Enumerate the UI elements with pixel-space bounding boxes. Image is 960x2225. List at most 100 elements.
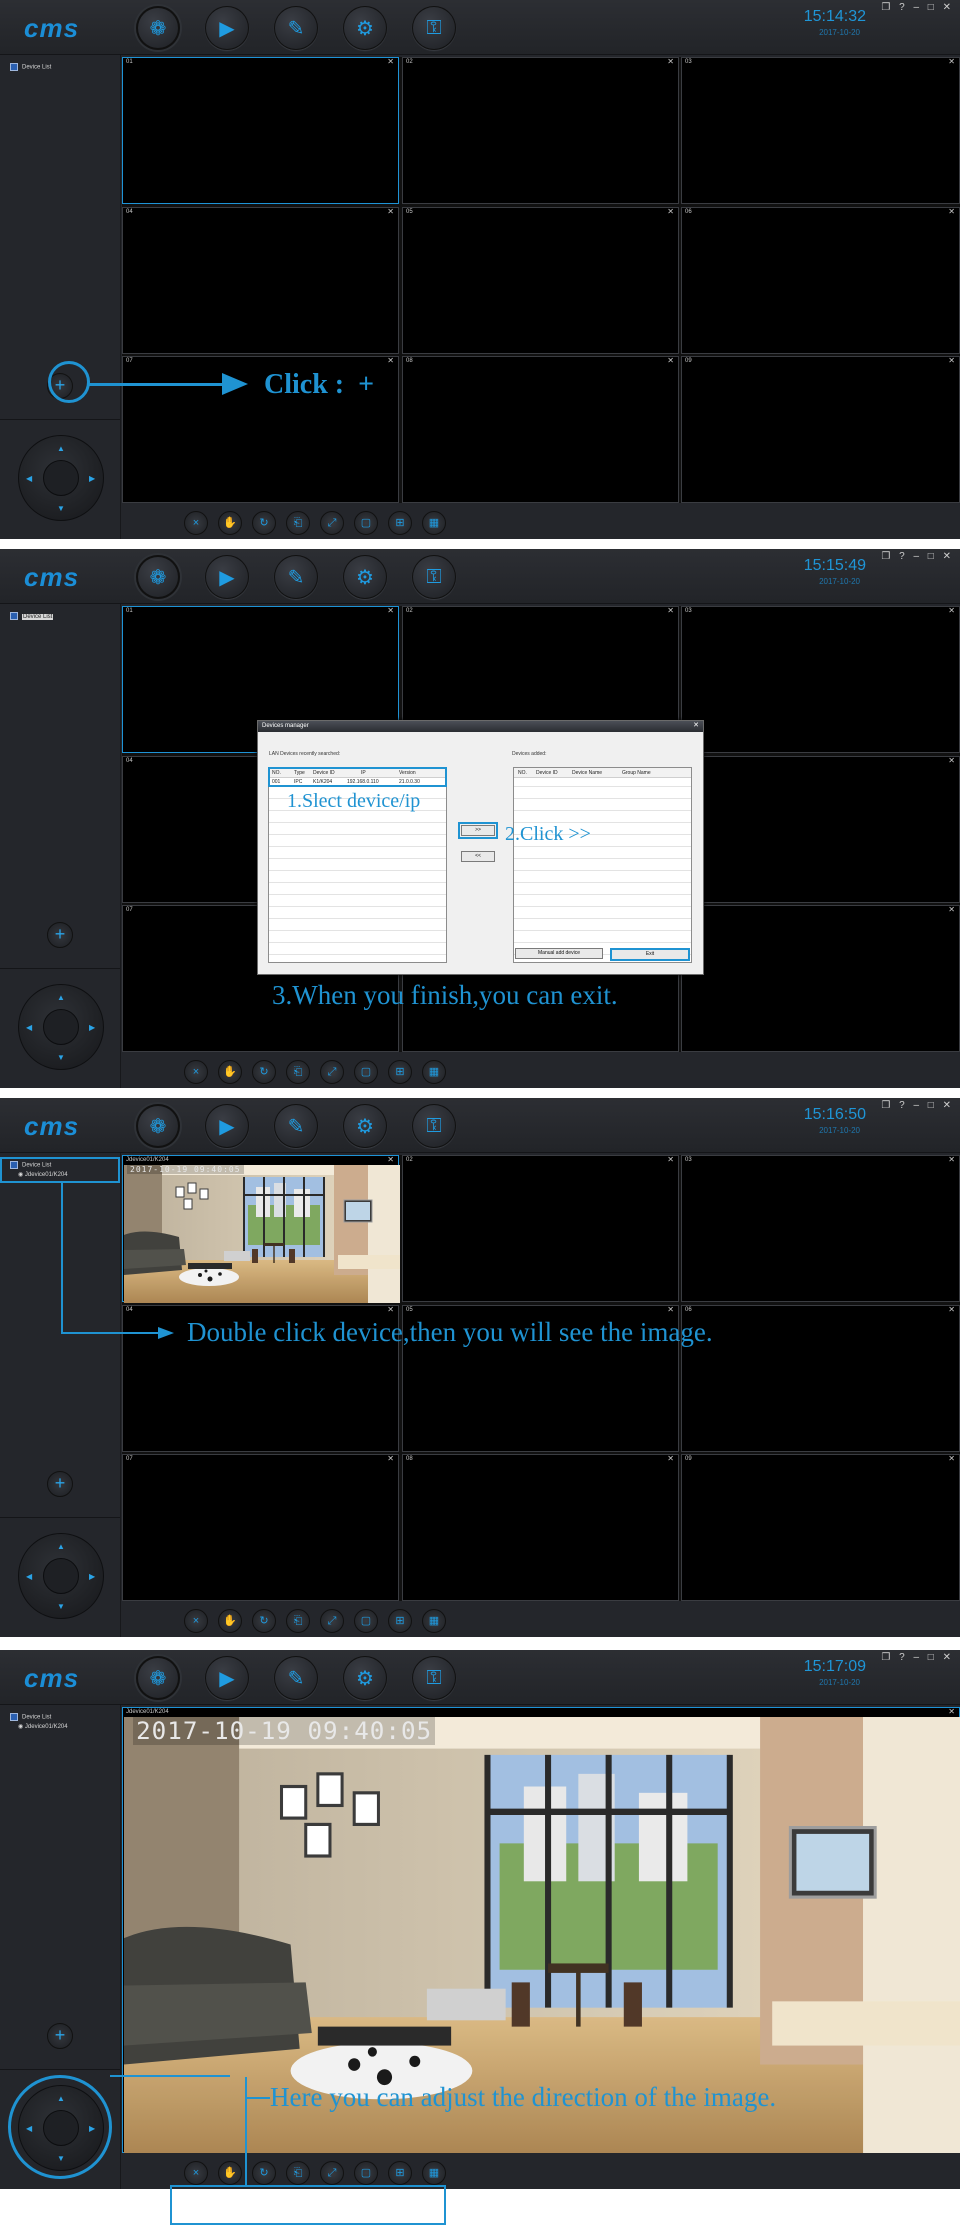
close-icon[interactable]: ✕: [387, 1305, 394, 1314]
single-layout-button[interactable]: ▢: [354, 2161, 378, 2185]
close-icon[interactable]: ✕: [948, 1155, 955, 1164]
config-button[interactable]: ✎: [274, 1104, 318, 1148]
quad-layout-button[interactable]: ⊞: [388, 511, 412, 535]
settings-gear-button[interactable]: ⚙: [343, 6, 387, 50]
video-cell[interactable]: 03 ✕: [681, 57, 960, 204]
close-icon[interactable]: ✕: [387, 57, 394, 66]
checkbox-icon[interactable]: [10, 612, 18, 620]
rotate-button[interactable]: ↻: [252, 2161, 276, 2185]
close-icon[interactable]: ✕: [667, 356, 674, 365]
single-layout-button[interactable]: ▢: [354, 1060, 378, 1084]
settings-gear-button[interactable]: ⚙: [343, 555, 387, 599]
rotate-button[interactable]: ↻: [252, 1060, 276, 1084]
live-view-button[interactable]: ❁: [136, 1104, 180, 1148]
close-icon[interactable]: ✕: [667, 207, 674, 216]
video-cell[interactable]: 06✕: [681, 207, 960, 354]
close-icon[interactable]: ✕: [948, 356, 955, 365]
remove-device-arrow-button[interactable]: <<: [461, 851, 495, 862]
settings-gear-button[interactable]: ⚙: [343, 1104, 387, 1148]
rotate-button[interactable]: ↻: [252, 1609, 276, 1633]
device-tree-root[interactable]: Device List: [10, 612, 54, 622]
ptz-direction-control[interactable]: ▲ ▼ ◀ ▶: [18, 435, 104, 521]
playback-button[interactable]: ▶: [205, 1104, 249, 1148]
hand-button[interactable]: ✋: [218, 2161, 242, 2185]
close-icon[interactable]: ✕: [948, 57, 955, 66]
device-tree-root[interactable]: Device List: [10, 1713, 68, 1723]
add-device-button[interactable]: +: [47, 2023, 73, 2049]
add-device-button[interactable]: +: [47, 922, 73, 948]
fullscreen-button[interactable]: ⤢: [320, 1609, 344, 1633]
multi-layout-button[interactable]: ▦: [422, 1609, 446, 1633]
playback-button[interactable]: ▶: [205, 6, 249, 50]
playback-button[interactable]: ▶: [205, 1656, 249, 1700]
exit-button[interactable]: Exit: [610, 948, 690, 961]
multi-layout-button[interactable]: ▦: [422, 2161, 446, 2185]
close-icon[interactable]: ✕: [387, 1155, 394, 1164]
window-controls[interactable]: ❐ ? – □ ✕: [881, 2, 954, 13]
mute-button[interactable]: ×: [184, 2161, 208, 2185]
close-icon[interactable]: ✕: [387, 356, 394, 365]
video-cell[interactable]: 05 ✕: [402, 207, 679, 354]
video-cell[interactable]: 02 ✕: [402, 57, 679, 204]
ptz-up-arrow-icon[interactable]: ▲: [57, 444, 65, 453]
window-controls[interactable]: ❐ ? – □ ✕: [881, 1100, 954, 1111]
ptz-left-arrow-icon[interactable]: ◀: [26, 474, 32, 483]
checkbox-icon[interactable]: [10, 1713, 18, 1721]
close-icon[interactable]: ✕: [387, 1454, 394, 1463]
close-icon[interactable]: ✕: [387, 207, 394, 216]
ptz-right-arrow-icon[interactable]: ▶: [89, 1023, 95, 1032]
video-cell[interactable]: 08 ✕: [402, 1454, 679, 1601]
close-icon[interactable]: ✕: [948, 1707, 955, 1716]
multi-layout-button[interactable]: ▦: [422, 511, 446, 535]
close-icon[interactable]: ✕: [948, 905, 955, 914]
live-view-button[interactable]: ❁: [136, 1656, 180, 1700]
quad-layout-button[interactable]: ⊞: [388, 1609, 412, 1633]
quad-layout-button[interactable]: ⊞: [388, 2161, 412, 2185]
ptz-center-button[interactable]: [43, 1558, 79, 1594]
window-controls[interactable]: ❐ ? – □ ✕: [881, 1652, 954, 1663]
close-icon[interactable]: ✕: [948, 1305, 955, 1314]
window-controls[interactable]: ❐ ? – □ ✕: [881, 551, 954, 562]
ptz-up-arrow-icon[interactable]: ▲: [57, 1542, 65, 1551]
lock-button[interactable]: ⚿: [412, 1104, 456, 1148]
hand-button[interactable]: ✋: [218, 1060, 242, 1084]
lock-button[interactable]: ⚿: [412, 1656, 456, 1700]
lock-button[interactable]: ⚿: [412, 6, 456, 50]
video-cell[interactable]: 06✕: [681, 1305, 960, 1452]
device-tree-root[interactable]: Device List: [10, 63, 51, 73]
manual-add-device-button[interactable]: Manual add device: [515, 948, 603, 959]
settings-gear-button[interactable]: ⚙: [343, 1656, 387, 1700]
ptz-down-arrow-icon[interactable]: ▼: [57, 1602, 65, 1611]
playback-button[interactable]: ▶: [205, 555, 249, 599]
close-icon[interactable]: ✕: [667, 1305, 674, 1314]
ptz-right-arrow-icon[interactable]: ▶: [89, 474, 95, 483]
snapshot-button[interactable]: ⎗: [286, 1060, 310, 1084]
video-cell[interactable]: 08 ✕: [402, 356, 679, 503]
mute-button[interactable]: ×: [184, 1609, 208, 1633]
mute-button[interactable]: ×: [184, 1060, 208, 1084]
ptz-down-arrow-icon[interactable]: ▼: [57, 1053, 65, 1062]
video-cell[interactable]: 02 ✕: [402, 1155, 679, 1302]
ptz-right-arrow-icon[interactable]: ▶: [89, 1572, 95, 1581]
video-cell[interactable]: 04 ✕: [122, 207, 399, 354]
snapshot-button[interactable]: ⎗: [286, 2161, 310, 2185]
fullscreen-button[interactable]: ⤢: [320, 511, 344, 535]
close-icon[interactable]: ✕: [667, 57, 674, 66]
hand-button[interactable]: ✋: [218, 511, 242, 535]
multi-layout-button[interactable]: ▦: [422, 1060, 446, 1084]
ptz-direction-control[interactable]: ▲ ▼ ◀ ▶: [18, 1533, 104, 1619]
video-cell[interactable]: 06✕: [681, 756, 960, 903]
video-cell[interactable]: 01 ✕: [122, 57, 399, 204]
video-cell[interactable]: 09 ✕: [681, 1454, 960, 1601]
ptz-center-button[interactable]: [43, 1009, 79, 1045]
snapshot-button[interactable]: ⎗: [286, 511, 310, 535]
mute-button[interactable]: ×: [184, 511, 208, 535]
close-icon[interactable]: ✕: [387, 606, 394, 615]
checkbox-icon[interactable]: [10, 63, 18, 71]
ptz-left-arrow-icon[interactable]: ◀: [26, 1572, 32, 1581]
close-icon[interactable]: ✕: [693, 721, 699, 729]
hand-button[interactable]: ✋: [218, 1609, 242, 1633]
quad-layout-button[interactable]: ⊞: [388, 1060, 412, 1084]
close-icon[interactable]: ✕: [948, 207, 955, 216]
ptz-down-arrow-icon[interactable]: ▼: [57, 504, 65, 513]
